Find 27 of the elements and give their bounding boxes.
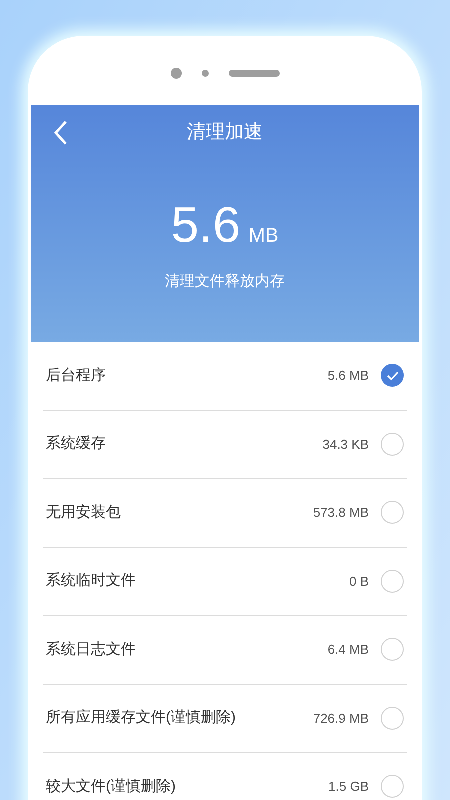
cleanable-amount: 5.6 xyxy=(171,200,241,250)
back-chevron-icon xyxy=(54,120,68,146)
speaker-slot-icon xyxy=(228,70,280,77)
header-subtitle: 清理文件释放内存 xyxy=(165,272,285,292)
cleanup-item-row[interactable]: 系统日志文件 6.4 MB xyxy=(43,616,407,684)
item-label: 较大文件(谨慎删除) xyxy=(46,776,177,796)
cleanup-item-row[interactable]: 系统临时文件 0 B xyxy=(43,548,407,616)
item-label: 后台程序 xyxy=(46,366,107,386)
item-label: 所有应用缓存文件(谨慎删除) xyxy=(46,708,237,728)
cleanup-item-row[interactable]: 所有应用缓存文件(谨慎删除) 726.9 MB xyxy=(43,684,407,753)
cleanup-item-row[interactable]: 无用安装包 573.8 MB xyxy=(43,479,407,548)
cleanup-item-row[interactable]: 较大文件(谨慎删除) 1.5 GB xyxy=(43,753,407,800)
amount-unit: MB xyxy=(248,224,279,248)
item-size: 5.6 MB xyxy=(328,367,369,385)
item-size: 0 B xyxy=(349,572,369,590)
page-title: 清理加速 xyxy=(187,121,263,145)
item-size: 573.8 MB xyxy=(313,504,369,522)
item-size: 726.9 MB xyxy=(313,710,369,728)
item-size: 1.5 GB xyxy=(328,778,369,796)
item-size: 34.3 KB xyxy=(322,436,369,454)
item-label: 系统临时文件 xyxy=(46,571,137,591)
cleanup-item-row[interactable]: 系统缓存 34.3 KB xyxy=(43,410,407,479)
cleanup-item-row[interactable]: 后台程序 5.6 MB xyxy=(43,342,407,410)
item-label: 系统日志文件 xyxy=(46,640,137,660)
item-size: 6.4 MB xyxy=(328,641,369,659)
item-label: 无用安装包 xyxy=(46,502,122,522)
item-label: 系统缓存 xyxy=(46,434,107,454)
